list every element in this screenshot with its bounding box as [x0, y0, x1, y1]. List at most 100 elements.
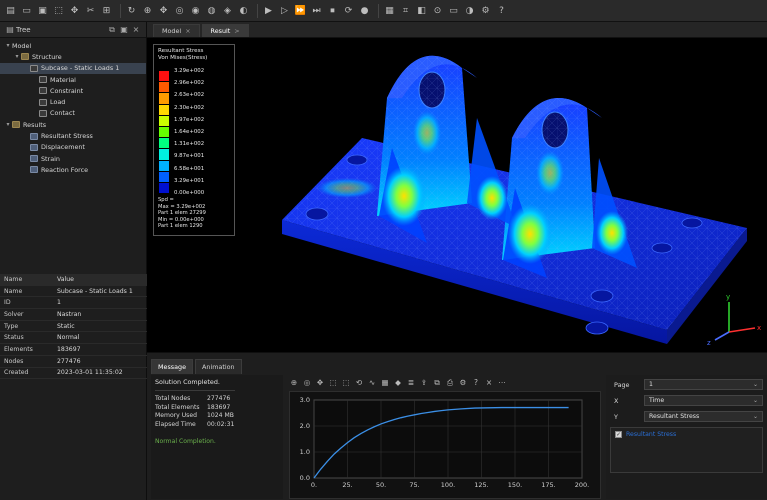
tab-result[interactable]: Result >: [201, 24, 249, 37]
x-axis-select[interactable]: Time ⌄: [644, 395, 763, 406]
tab-model[interactable]: Model ×: [153, 24, 200, 37]
legend-title: Resultant Stress: [158, 48, 204, 54]
grid-icon[interactable]: ▦: [383, 4, 396, 17]
copy-icon[interactable]: ⧉: [432, 378, 442, 388]
tree-item[interactable]: Contact: [0, 108, 146, 119]
page-select[interactable]: 1 ⌄: [644, 379, 763, 390]
legend-footer-line: Spd =: [158, 197, 174, 203]
folder-open-icon[interactable]: ▭: [20, 4, 33, 17]
marker-icon[interactable]: ◆: [393, 378, 403, 388]
grid-icon[interactable]: ▦: [380, 378, 390, 388]
options-icon[interactable]: ▣: [118, 25, 130, 34]
y-axis-select[interactable]: Resultant Stress ⌄: [644, 411, 763, 422]
tool-a-icon[interactable]: ✂: [84, 4, 97, 17]
end-icon[interactable]: ⏹: [326, 4, 339, 17]
x-axis-select-value: Time: [649, 397, 665, 404]
tree-item[interactable]: Subcase - Static Loads 1: [0, 62, 146, 74]
tree-item[interactable]: Strain: [0, 153, 146, 164]
zoom-icon[interactable]: ⊕: [141, 4, 154, 17]
bolt-hole: [590, 289, 614, 303]
close-icon[interactable]: ×: [130, 25, 142, 34]
legend-footer-line: Max = 3.29e+002: [158, 203, 206, 210]
x-axis-row: X Time ⌄: [610, 394, 763, 407]
probe-icon[interactable]: ⊙: [431, 4, 444, 17]
tree-item[interactable]: ▾ Model: [0, 40, 146, 51]
loop-icon[interactable]: ⟳: [342, 4, 355, 17]
rotate-icon[interactable]: ↻: [125, 4, 138, 17]
fit-icon[interactable]: ◎: [302, 378, 312, 388]
pan-icon[interactable]: ✥: [157, 4, 170, 17]
settings-icon[interactable]: ⚙: [479, 4, 492, 17]
step-forward-icon[interactable]: ▷: [278, 4, 291, 17]
color-icon[interactable]: ◑: [463, 4, 476, 17]
next-frame-icon[interactable]: ⏭: [310, 4, 323, 17]
tree-item[interactable]: Constraint: [0, 85, 146, 96]
more-icon[interactable]: ⋯: [497, 378, 507, 388]
property-row: ID 1: [0, 297, 147, 310]
message-row: Total Nodes 277476: [155, 395, 279, 404]
fast-forward-icon[interactable]: ⏩: [294, 4, 307, 17]
tree-item[interactable]: ▾ Results: [0, 119, 146, 130]
transform-icon[interactable]: ✥: [68, 4, 81, 17]
tree-item[interactable]: Reaction Force: [0, 164, 146, 175]
close-icon[interactable]: ×: [484, 378, 494, 388]
record-icon[interactable]: ●: [358, 4, 371, 17]
legend-swatch: [159, 138, 169, 150]
property-key: Elements: [4, 345, 33, 353]
legend-icon[interactable]: ≣: [406, 378, 416, 388]
expand-icon[interactable]: ⧉: [106, 25, 118, 35]
message-panel: Solution Completed. Total Nodes 277476 Tot…: [151, 375, 283, 499]
tab-close-icon[interactable]: >: [234, 27, 239, 35]
pan-icon[interactable]: ✥: [315, 378, 325, 388]
tab-label: Model: [162, 27, 182, 35]
tree-item[interactable]: ▾ Structure: [0, 51, 146, 62]
3d-viewport[interactable]: y x z Resultant Stress Von Mises(Stress)…: [147, 38, 767, 352]
box-zoom-icon[interactable]: ⬚: [341, 378, 351, 388]
view-top-icon[interactable]: ◍: [205, 4, 218, 17]
tree-item[interactable]: Resultant Stress: [0, 130, 146, 141]
display-icon[interactable]: ▭: [447, 4, 460, 17]
print-icon[interactable]: ⎙: [445, 378, 455, 388]
tree-item[interactable]: Load: [0, 96, 146, 107]
property-row: Nodes 277476: [0, 356, 147, 368]
select-icon[interactable]: ⬚: [328, 378, 338, 388]
export-icon[interactable]: ⇪: [419, 378, 429, 388]
select-icon[interactable]: ⬚: [52, 4, 65, 17]
tree-toggle-icon[interactable]: ▾: [13, 53, 21, 60]
zoom-icon[interactable]: ⊕: [289, 378, 299, 388]
curve-checkbox[interactable]: ✓: [615, 431, 622, 438]
tree-item[interactable]: Displacement: [0, 142, 146, 153]
curve-icon[interactable]: ∿: [367, 378, 377, 388]
help-icon[interactable]: ?: [471, 378, 481, 388]
tool-b-icon[interactable]: ⊞: [100, 4, 113, 17]
settings-icon[interactable]: ⚙: [458, 378, 468, 388]
play-icon[interactable]: ▶: [262, 4, 275, 17]
save-icon[interactable]: ▣: [36, 4, 49, 17]
help-icon[interactable]: ?: [495, 4, 508, 17]
measure-icon[interactable]: ⌗: [399, 4, 412, 17]
legend-swatch: [159, 171, 169, 183]
reset-icon[interactable]: ⟲: [354, 378, 364, 388]
tree-toggle-icon[interactable]: ▾: [4, 42, 12, 49]
tab-message[interactable]: Message: [151, 359, 194, 374]
file-new-icon[interactable]: ▤: [4, 4, 17, 17]
fit-icon[interactable]: ◎: [173, 4, 186, 17]
x-tick-label: 75.: [409, 481, 419, 489]
xy-plot-canvas[interactable]: 0. 25. 50. 75. 100. 125. 150. 175. 200. 0.0 1.0 2.0…: [290, 392, 602, 500]
tab-animation[interactable]: Animation: [195, 359, 242, 374]
tree-item-label: Model: [12, 41, 32, 50]
tree-panel-header: ▤ Tree ⧉ ▣ ×: [0, 22, 146, 38]
view-iso-icon[interactable]: ◈: [221, 4, 234, 17]
tree-item[interactable]: Material: [0, 74, 146, 85]
tab-close-icon[interactable]: ×: [185, 27, 190, 35]
tree-toggle-icon[interactable]: ▾: [4, 121, 12, 128]
xy-plot[interactable]: 0. 25. 50. 75. 100. 125. 150. 175. 200. 0.0 1.0 2.0…: [289, 391, 601, 499]
curve-label[interactable]: Resultant Stress: [626, 431, 676, 438]
fea-model-render[interactable]: y x z: [147, 38, 767, 352]
view-side-icon[interactable]: ◐: [237, 4, 250, 17]
view-front-icon[interactable]: ◉: [189, 4, 202, 17]
page-select-value: 1: [649, 381, 653, 388]
section-icon[interactable]: ◧: [415, 4, 428, 17]
stress-legend: Resultant Stress Von Mises(Stress) 3.29e…: [153, 44, 235, 236]
legend-value: 1.97e+002: [174, 116, 205, 123]
